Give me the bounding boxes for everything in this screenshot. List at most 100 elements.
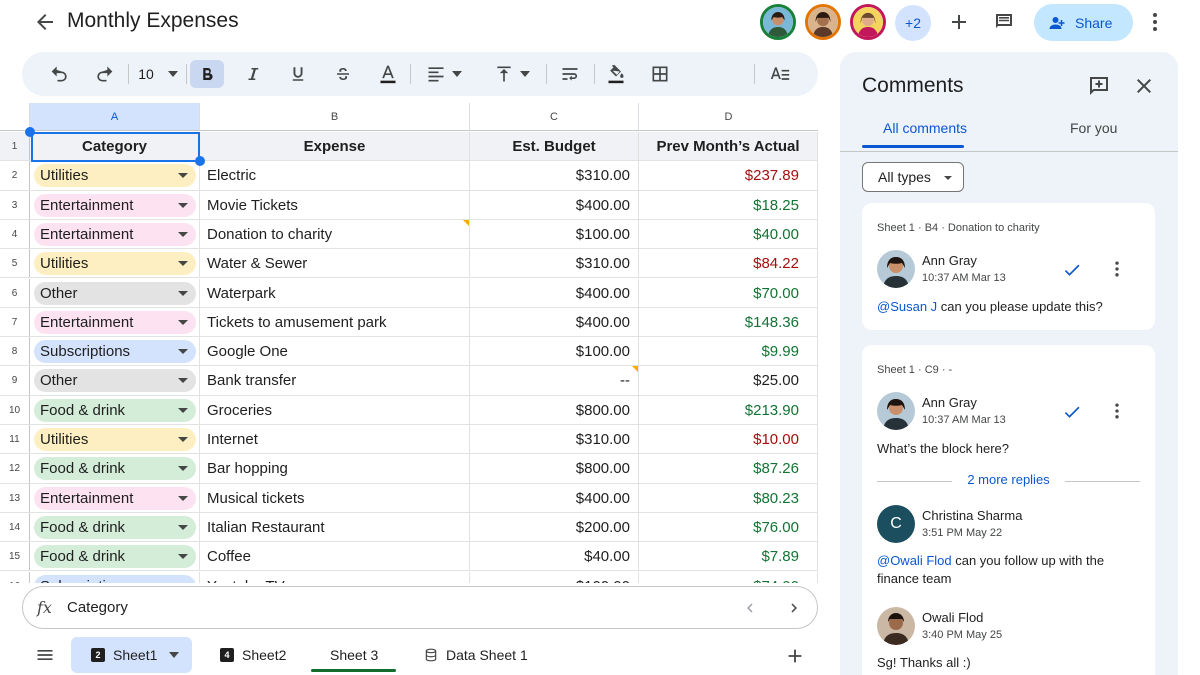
actual-cell[interactable]: $237.89 <box>639 161 818 190</box>
header-cell-budget[interactable]: Est. Budget <box>470 132 639 161</box>
more-vert-icon[interactable] <box>1107 258 1127 280</box>
category-chip[interactable]: Entertainment <box>34 486 196 510</box>
budget-cell[interactable]: $400.00 <box>470 483 639 512</box>
category-cell[interactable]: Other <box>30 366 200 395</box>
comment-indicator[interactable] <box>463 219 469 226</box>
row-number[interactable]: 4 <box>0 219 30 249</box>
strikethrough-button[interactable] <box>329 60 357 88</box>
collaborator-avatar[interactable] <box>805 4 841 40</box>
actual-cell[interactable]: $213.90 <box>639 395 818 424</box>
budget-cell[interactable]: $100.00 <box>470 571 639 583</box>
expense-cell[interactable]: Donation to charity <box>200 219 470 249</box>
budget-cell[interactable]: $310.00 <box>470 425 639 454</box>
category-chip[interactable]: Other <box>34 369 196 393</box>
category-cell[interactable]: Subscriptions <box>30 571 200 583</box>
budget-cell[interactable]: $100.00 <box>470 219 639 249</box>
category-chip[interactable]: Food & drink <box>34 515 196 539</box>
selection-handle-top[interactable] <box>25 127 35 137</box>
row-number[interactable]: 6 <box>0 278 30 307</box>
category-chip[interactable]: Subscriptions <box>34 340 196 364</box>
row-number[interactable]: 13 <box>0 483 30 512</box>
expense-cell[interactable]: Coffee <box>200 542 470 571</box>
italic-button[interactable] <box>239 60 267 88</box>
comment-thread[interactable]: Sheet 1 · B4 · Donation to charity Ann G… <box>862 203 1155 330</box>
row-number[interactable]: 11 <box>0 425 30 454</box>
row-number[interactable]: 15 <box>0 542 30 571</box>
category-chip[interactable]: Entertainment <box>34 193 196 217</box>
category-cell[interactable]: Food & drink <box>30 395 200 424</box>
spreadsheet-grid[interactable]: A B C D 1 Category Expense Est. Budget P… <box>0 103 818 583</box>
comment-location[interactable]: Sheet 1 · C9 · - <box>877 364 952 376</box>
budget-cell[interactable]: $310.00 <box>470 249 639 278</box>
category-cell[interactable]: Entertainment <box>30 190 200 219</box>
collaborator-avatar[interactable] <box>850 4 886 40</box>
category-chip[interactable]: Food & drink <box>34 457 196 481</box>
tab-data-sheet-1[interactable]: Data Sheet 1 <box>424 637 528 673</box>
category-chip[interactable]: Utilities <box>34 428 196 451</box>
borders-button[interactable] <box>646 60 674 88</box>
actual-cell[interactable]: $84.22 <box>639 249 818 278</box>
header-cell-category[interactable]: Category <box>30 132 200 161</box>
formula-value[interactable]: Category <box>67 599 128 616</box>
redo-button[interactable] <box>90 60 118 88</box>
comment-type-filter[interactable]: All types <box>862 162 964 192</box>
expense-cell[interactable]: Youtube TV <box>200 571 470 583</box>
formula-bar[interactable]: fx Category <box>22 586 818 629</box>
column-header-b[interactable]: B <box>200 103 470 131</box>
category-cell[interactable]: Utilities <box>30 161 200 190</box>
category-chip[interactable]: Entertainment <box>34 310 196 334</box>
category-cell[interactable]: Other <box>30 278 200 307</box>
add-icon[interactable] <box>947 10 971 34</box>
expense-cell[interactable]: Groceries <box>200 395 470 424</box>
tab-sheet3[interactable]: Sheet 3 <box>330 637 378 673</box>
category-cell[interactable]: Entertainment <box>30 219 200 249</box>
row-number[interactable]: 16 <box>0 571 30 583</box>
add-sheet-icon[interactable] <box>784 645 806 667</box>
category-cell[interactable]: Entertainment <box>30 483 200 512</box>
vertical-align-select[interactable] <box>490 60 534 88</box>
row-number[interactable]: 8 <box>0 337 30 366</box>
row-number[interactable]: 7 <box>0 307 30 337</box>
share-button[interactable]: Share <box>1034 4 1133 41</box>
menu-icon[interactable] <box>34 645 56 665</box>
tab-sheet1[interactable]: 2 Sheet1 <box>71 637 192 673</box>
actual-cell[interactable]: $74.00 <box>639 571 818 583</box>
mention[interactable]: @Owali Flod <box>877 553 952 568</box>
chevron-down-icon[interactable] <box>169 652 180 658</box>
expense-cell[interactable]: Musical tickets <box>200 483 470 512</box>
category-chip[interactable]: Food & drink <box>34 398 196 422</box>
actual-cell[interactable]: $40.00 <box>639 219 818 249</box>
selection-handle-bottom[interactable] <box>195 156 205 166</box>
row-number[interactable]: 3 <box>0 190 30 219</box>
document-title[interactable]: Monthly Expenses <box>67 9 239 33</box>
more-collaborators-badge[interactable]: +2 <box>895 5 931 41</box>
chevron-left-icon[interactable] <box>741 599 759 617</box>
budget-cell[interactable]: $200.00 <box>470 512 639 542</box>
row-number[interactable]: 5 <box>0 249 30 278</box>
actual-cell[interactable]: $25.00 <box>639 366 818 395</box>
category-chip[interactable]: Other <box>34 281 196 305</box>
collaborator-avatar[interactable] <box>760 4 796 40</box>
actual-cell[interactable]: $148.36 <box>639 307 818 337</box>
more-replies-link[interactable]: 2 more replies <box>862 472 1155 487</box>
resolve-check-icon[interactable] <box>1062 260 1082 280</box>
budget-cell[interactable]: $800.00 <box>470 454 639 483</box>
expense-cell[interactable]: Italian Restaurant <box>200 512 470 542</box>
actual-cell[interactable]: $7.89 <box>639 542 818 571</box>
expense-cell[interactable]: Bank transfer <box>200 366 470 395</box>
comment-location[interactable]: Sheet 1 · B4 · Donation to charity <box>877 222 1040 234</box>
category-chip[interactable]: Subscriptions <box>34 574 196 583</box>
actual-cell[interactable]: $87.26 <box>639 454 818 483</box>
text-color-button[interactable] <box>374 60 402 88</box>
category-cell[interactable]: Food & drink <box>30 542 200 571</box>
expense-cell[interactable]: Google One <box>200 337 470 366</box>
expense-cell[interactable]: Water & Sewer <box>200 249 470 278</box>
budget-cell[interactable]: $400.00 <box>470 278 639 307</box>
row-number[interactable]: 1 <box>0 132 30 161</box>
budget-cell[interactable]: -- <box>470 366 639 395</box>
expense-cell[interactable]: Tickets to amusement park <box>200 307 470 337</box>
close-icon[interactable] <box>1132 74 1156 98</box>
expense-cell[interactable]: Bar hopping <box>200 454 470 483</box>
text-wrap-button[interactable] <box>556 60 584 88</box>
more-formats-button[interactable] <box>766 60 794 88</box>
